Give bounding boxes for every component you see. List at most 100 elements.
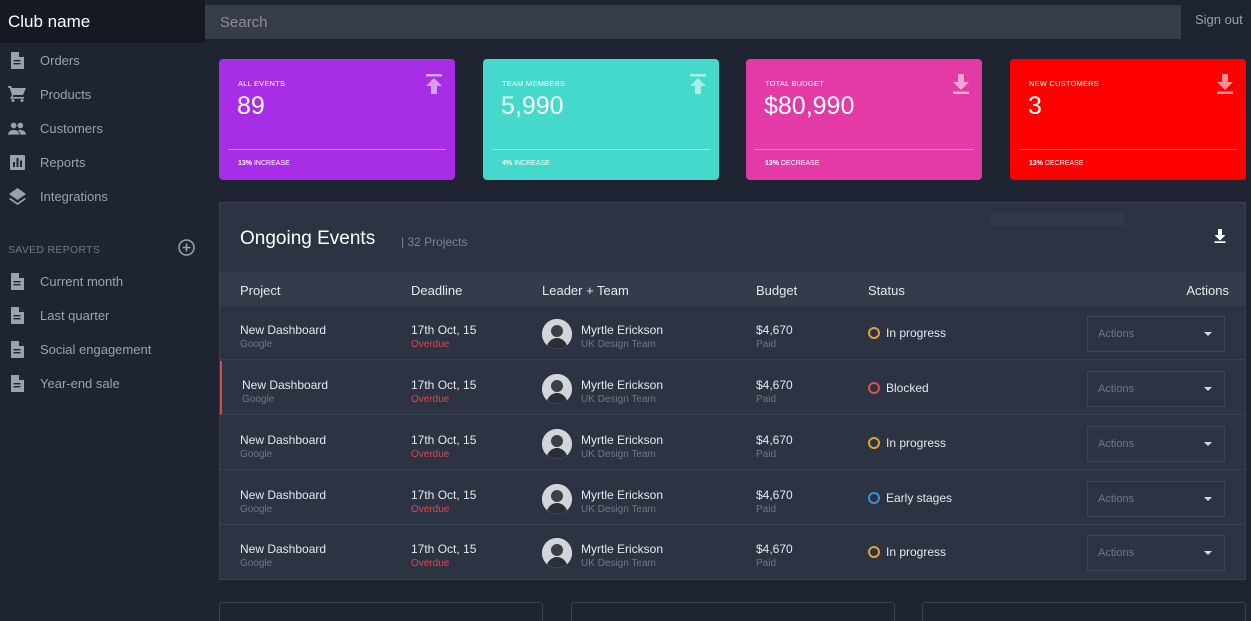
sidebar-item-orders[interactable]: Orders bbox=[0, 43, 205, 77]
document-icon bbox=[8, 374, 26, 392]
deadline-status: Overdue bbox=[411, 449, 450, 460]
upload-icon bbox=[689, 74, 707, 94]
sidebar-item-year-end-sale[interactable]: Year-end sale bbox=[0, 366, 205, 400]
stat-card-footer: 13% INCREASE bbox=[238, 160, 290, 167]
actions-dropdown[interactable]: Actions bbox=[1087, 371, 1225, 407]
project-client: Google bbox=[240, 339, 273, 350]
deadline-date: 17th Oct, 15 bbox=[411, 488, 477, 502]
actions-dropdown[interactable]: Actions bbox=[1087, 481, 1225, 517]
sign-out-link[interactable]: Sign out bbox=[1195, 12, 1243, 27]
column-header-status[interactable]: Status bbox=[868, 283, 905, 298]
deadline-date: 17th Oct, 15 bbox=[411, 323, 477, 337]
status-dot-icon bbox=[868, 492, 880, 504]
budget-status: Paid bbox=[756, 558, 777, 569]
layers-icon bbox=[8, 187, 26, 205]
budget-amount: $4,670 bbox=[756, 323, 793, 337]
stat-card-total-budget: TOTAL BUDGET $80,990 13% DECREASE bbox=[746, 59, 982, 180]
status-badge: Early stages bbox=[868, 491, 952, 505]
chevron-down-icon bbox=[1204, 497, 1212, 501]
table-row[interactable]: New Dashboard Google 17th Oct, 15 Overdu… bbox=[220, 471, 1245, 525]
table-row[interactable]: New Dashboard Google 17th Oct, 15 Overdu… bbox=[220, 416, 1245, 470]
status-label: Blocked bbox=[886, 381, 929, 395]
sidebar-item-current-month[interactable]: Current month bbox=[0, 264, 205, 298]
search-input[interactable] bbox=[220, 13, 1181, 31]
deadline-status: Overdue bbox=[411, 339, 450, 350]
stat-card-trend: INCREASE bbox=[252, 160, 290, 167]
table-row[interactable]: New Dashboard Google 17th Oct, 15 Overdu… bbox=[220, 361, 1245, 415]
brand-title[interactable]: Club name bbox=[0, 0, 205, 43]
saved-reports-header: SAVED REPORTS bbox=[0, 236, 205, 264]
leader-name: Myrtle Erickson bbox=[581, 433, 664, 447]
project-name: New Dashboard bbox=[240, 488, 327, 502]
deadline-status: Overdue bbox=[411, 558, 450, 569]
stat-card-divider bbox=[228, 149, 446, 150]
chevron-down-icon bbox=[1204, 551, 1212, 555]
status-dot-icon bbox=[868, 437, 880, 449]
actions-dropdown[interactable]: Actions bbox=[1087, 535, 1225, 571]
download-icon[interactable] bbox=[1213, 229, 1227, 243]
stat-card-trend: DECREASE bbox=[1043, 160, 1084, 167]
people-icon bbox=[8, 119, 26, 137]
sidebar-item-last-quarter[interactable]: Last quarter bbox=[0, 298, 205, 332]
column-header-budget[interactable]: Budget bbox=[756, 283, 797, 298]
status-badge: Blocked bbox=[868, 381, 929, 395]
stat-card-footer: 13% DECREASE bbox=[765, 160, 819, 167]
budget-amount: $4,670 bbox=[756, 542, 793, 556]
stat-card-all-events: ALL EVENTS 89 13% INCREASE bbox=[219, 59, 455, 180]
deadline-status: Overdue bbox=[411, 504, 450, 515]
sidebar-item-label: Last quarter bbox=[40, 307, 110, 323]
deadline-date: 17th Oct, 15 bbox=[411, 378, 477, 392]
status-label: In progress bbox=[886, 545, 947, 559]
panel-subtitle: | 32 Projects bbox=[401, 235, 468, 249]
status-badge: In progress bbox=[868, 545, 946, 559]
status-badge: In progress bbox=[868, 326, 946, 340]
sidebar-item-label: Integrations bbox=[40, 188, 108, 204]
upload-icon bbox=[425, 74, 443, 94]
sidebar-item-social-engagement[interactable]: Social engagement bbox=[0, 332, 205, 366]
stat-card-trend: DECREASE bbox=[779, 160, 820, 167]
stat-card-footer: 13% DECREASE bbox=[1029, 160, 1083, 167]
stat-card-trend: INCREASE bbox=[512, 160, 550, 167]
sidebar-item-products[interactable]: Products bbox=[0, 77, 205, 111]
column-header-actions[interactable]: Actions bbox=[1186, 283, 1229, 298]
stat-card-pct: 13% bbox=[765, 160, 780, 167]
stat-card-value: 89 bbox=[237, 92, 265, 120]
bottom-panel bbox=[219, 602, 543, 621]
download-icon bbox=[1216, 74, 1234, 94]
stat-card-new-customers: NEW CUSTOMERS 3 13% DECREASE bbox=[1010, 59, 1246, 180]
avatar bbox=[542, 538, 572, 568]
project-name: New Dashboard bbox=[242, 378, 329, 392]
actions-dropdown-label: Actions bbox=[1098, 328, 1135, 340]
table-row[interactable]: New Dashboard Google 17th Oct, 15 Overdu… bbox=[220, 306, 1245, 360]
leader-name: Myrtle Erickson bbox=[581, 488, 664, 502]
add-circle-icon[interactable] bbox=[178, 239, 195, 261]
budget-amount: $4,670 bbox=[756, 488, 793, 502]
chevron-down-icon bbox=[1204, 332, 1212, 336]
actions-dropdown[interactable]: Actions bbox=[1087, 426, 1225, 462]
team-name: UK Design Team bbox=[581, 339, 656, 350]
stat-card-value: 5,990 bbox=[501, 92, 564, 120]
sidebar-item-customers[interactable]: Customers bbox=[0, 111, 205, 145]
stat-card-team-members: TEAM MEMBERS 5,990 4% INCREASE bbox=[483, 59, 719, 180]
budget-status: Paid bbox=[756, 504, 777, 515]
sidebar-item-label: Customers bbox=[40, 120, 103, 136]
sidebar: Club name Orders Products Customers Repo… bbox=[0, 0, 205, 621]
column-header-project[interactable]: Project bbox=[240, 283, 280, 298]
sidebar-item-integrations[interactable]: Integrations bbox=[0, 179, 205, 213]
status-label: In progress bbox=[886, 436, 947, 450]
stat-card-title: TEAM MEMBERS bbox=[502, 79, 566, 88]
stat-card-value: 3 bbox=[1028, 92, 1042, 120]
table-row[interactable]: New Dashboard Google 17th Oct, 15 Overdu… bbox=[220, 525, 1245, 579]
deadline-status: Overdue bbox=[411, 394, 450, 405]
sidebar-item-label: Products bbox=[40, 86, 92, 102]
actions-dropdown-label: Actions bbox=[1098, 383, 1135, 395]
saved-reports-heading: SAVED REPORTS bbox=[8, 244, 101, 256]
sidebar-item-label: Year-end sale bbox=[40, 375, 120, 391]
column-header-deadline[interactable]: Deadline bbox=[411, 283, 462, 298]
budget-status: Paid bbox=[756, 394, 777, 405]
project-name: New Dashboard bbox=[240, 433, 327, 447]
sidebar-item-reports[interactable]: Reports bbox=[0, 145, 205, 179]
actions-dropdown[interactable]: Actions bbox=[1087, 316, 1225, 352]
column-header-leader[interactable]: Leader + Team bbox=[542, 283, 629, 298]
project-name: New Dashboard bbox=[240, 323, 327, 337]
